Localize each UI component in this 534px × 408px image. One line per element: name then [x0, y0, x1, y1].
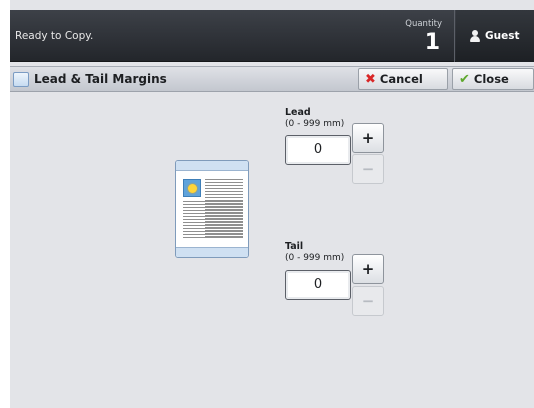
panel-title: Lead & Tail Margins: [34, 72, 167, 86]
lead-increase-button[interactable]: +: [352, 123, 384, 153]
cancel-label: Cancel: [379, 72, 423, 86]
text-lines-graphic-lower: [183, 201, 243, 239]
tail-label: Tail: [285, 241, 304, 252]
lead-margin-band: [176, 161, 248, 171]
quantity-value: 1: [424, 30, 440, 55]
status-bar: Ready to Copy. Quantity 1 Guest: [10, 10, 534, 62]
cancel-x-icon: ✖: [365, 71, 376, 87]
panel-title-bar: Lead & Tail Margins ✖ Cancel ✔ Close: [10, 66, 534, 92]
lead-range: (0 - 999 mm): [285, 119, 345, 129]
user-icon: [470, 30, 480, 42]
tail-increase-button[interactable]: +: [352, 254, 384, 284]
quantity-label: Quantity: [405, 19, 442, 29]
image-thumbnail-icon: [183, 179, 201, 197]
close-button[interactable]: ✔ Close: [452, 68, 534, 90]
cancel-button[interactable]: ✖ Cancel: [358, 68, 448, 90]
checkmark-icon: ✔: [459, 71, 470, 87]
document-preview-illustration: [175, 160, 249, 258]
tail-decrease-button[interactable]: −: [352, 286, 384, 316]
lead-value-field[interactable]: 0: [285, 135, 351, 165]
tail-margin-band: [176, 247, 248, 257]
close-label: Close: [473, 72, 509, 86]
panel-icon: [13, 72, 29, 87]
guest-button[interactable]: Guest: [456, 10, 534, 62]
status-message: Ready to Copy.: [15, 30, 94, 42]
lead-label: Lead: [285, 107, 311, 118]
tail-range: (0 - 999 mm): [285, 253, 345, 263]
status-divider: [454, 10, 455, 62]
guest-label: Guest: [485, 30, 520, 42]
lead-decrease-button[interactable]: −: [352, 154, 384, 184]
tail-value-field[interactable]: 0: [285, 270, 351, 300]
